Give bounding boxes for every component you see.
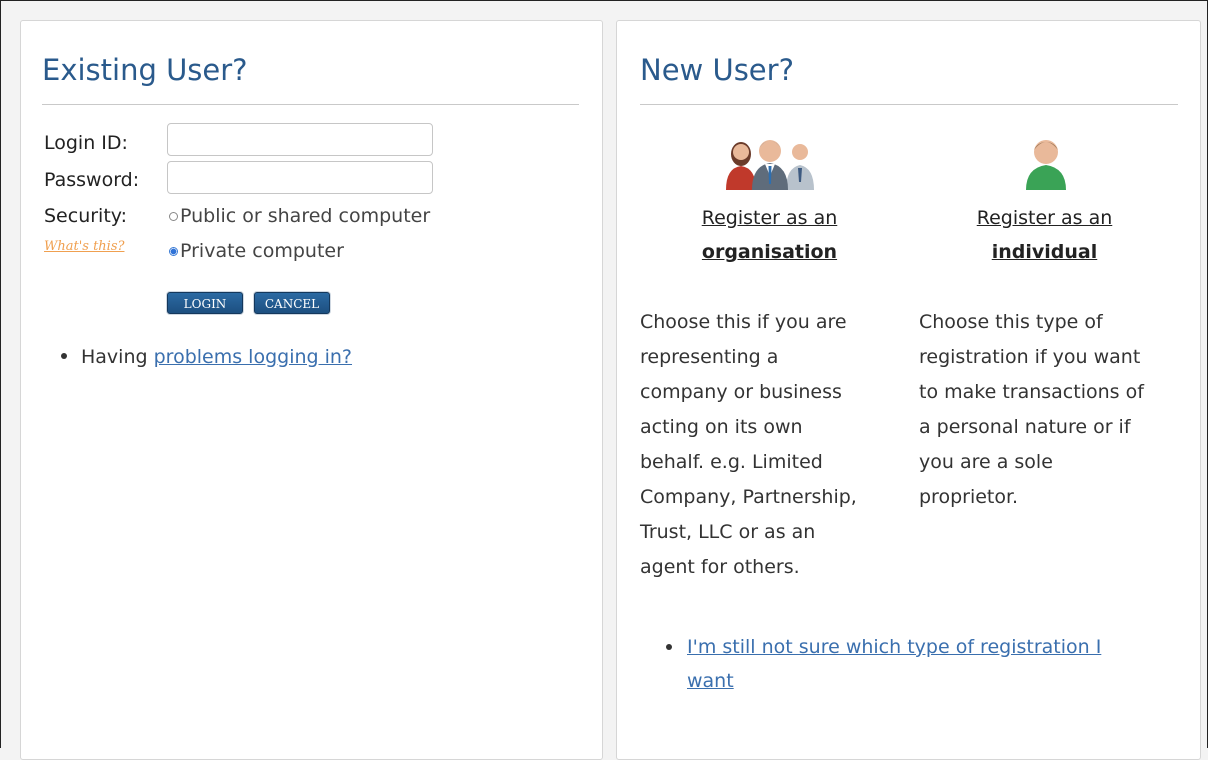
register-organisation-line2: organisation <box>701 241 838 263</box>
register-individual-line2: individual <box>991 241 1098 263</box>
individual-description-line: proprietor. <box>919 486 1019 508</box>
organisation-description: Choose this if you are representing a co… <box>640 305 857 585</box>
login-help-item: Having problems logging in? <box>61 346 352 368</box>
individual-description-line: Choose this type of <box>919 311 1103 333</box>
register-organisation-link[interactable]: Register as an organisation <box>662 201 877 269</box>
security-option-private-label: Private computer <box>180 240 344 262</box>
login-id-input[interactable] <box>167 123 433 156</box>
bullet-icon <box>666 644 672 650</box>
register-organisation-line1: Register as an <box>701 207 838 229</box>
security-option-public-label: Public or shared computer <box>180 205 431 227</box>
radio-public[interactable] <box>169 211 178 221</box>
organisation-description-line: behalf. e.g. Limited <box>640 451 823 473</box>
login-help-prefix: Having <box>81 346 154 368</box>
individual-description-line: registration if you want <box>919 346 1141 368</box>
organisation-description-line: company or business <box>640 381 842 403</box>
organisation-group-icon <box>726 140 814 190</box>
security-option-public[interactable]: Public or shared computer <box>169 205 430 227</box>
individual-description-line: a personal nature or if <box>919 416 1131 438</box>
existing-user-title: Existing User? <box>42 53 248 87</box>
login-id-label: Login ID: <box>44 132 128 154</box>
cancel-button[interactable]: CANCEL <box>254 292 330 314</box>
individual-description: Choose this type of registration if you … <box>919 305 1144 515</box>
login-button[interactable]: LOGIN <box>167 292 243 314</box>
password-label: Password: <box>44 169 140 191</box>
organisation-description-line: agent for others. <box>640 556 800 578</box>
new-user-title: New User? <box>640 53 794 87</box>
radio-private-selected[interactable] <box>169 246 178 256</box>
unsure-registration-link-line2[interactable]: want <box>687 664 1101 698</box>
unsure-item: I'm still not sure which type of registr… <box>666 630 1101 698</box>
security-option-private[interactable]: Private computer <box>169 240 344 262</box>
unsure-registration-link-line1[interactable]: I'm still not sure which type of registr… <box>687 630 1101 664</box>
security-label: Security: <box>44 205 128 227</box>
organisation-description-line: representing a <box>640 346 779 368</box>
new-user-divider <box>640 104 1178 105</box>
individual-description-line: to make transactions of <box>919 381 1144 403</box>
bullet-icon <box>61 353 67 359</box>
organisation-description-line: Company, Partnership, <box>640 486 857 508</box>
existing-user-panel: Existing User? Login ID: Password: Secur… <box>20 20 603 760</box>
organisation-description-line: acting on its own <box>640 416 803 438</box>
individual-person-icon <box>1026 140 1066 190</box>
problems-logging-in-link[interactable]: problems logging in? <box>154 346 352 368</box>
existing-user-divider <box>42 104 579 105</box>
password-input[interactable] <box>167 161 433 194</box>
register-individual-line1: Register as an <box>976 207 1113 229</box>
organisation-description-line: Trust, LLC or as an <box>640 521 816 543</box>
organisation-description-line: Choose this if you are <box>640 311 847 333</box>
whats-this-link[interactable]: What's this? <box>44 239 124 254</box>
individual-description-line: you are a sole <box>919 451 1053 473</box>
register-individual-link[interactable]: Register as an individual <box>937 201 1152 269</box>
new-user-panel: New User? Register as an organisation Re… <box>616 20 1201 760</box>
